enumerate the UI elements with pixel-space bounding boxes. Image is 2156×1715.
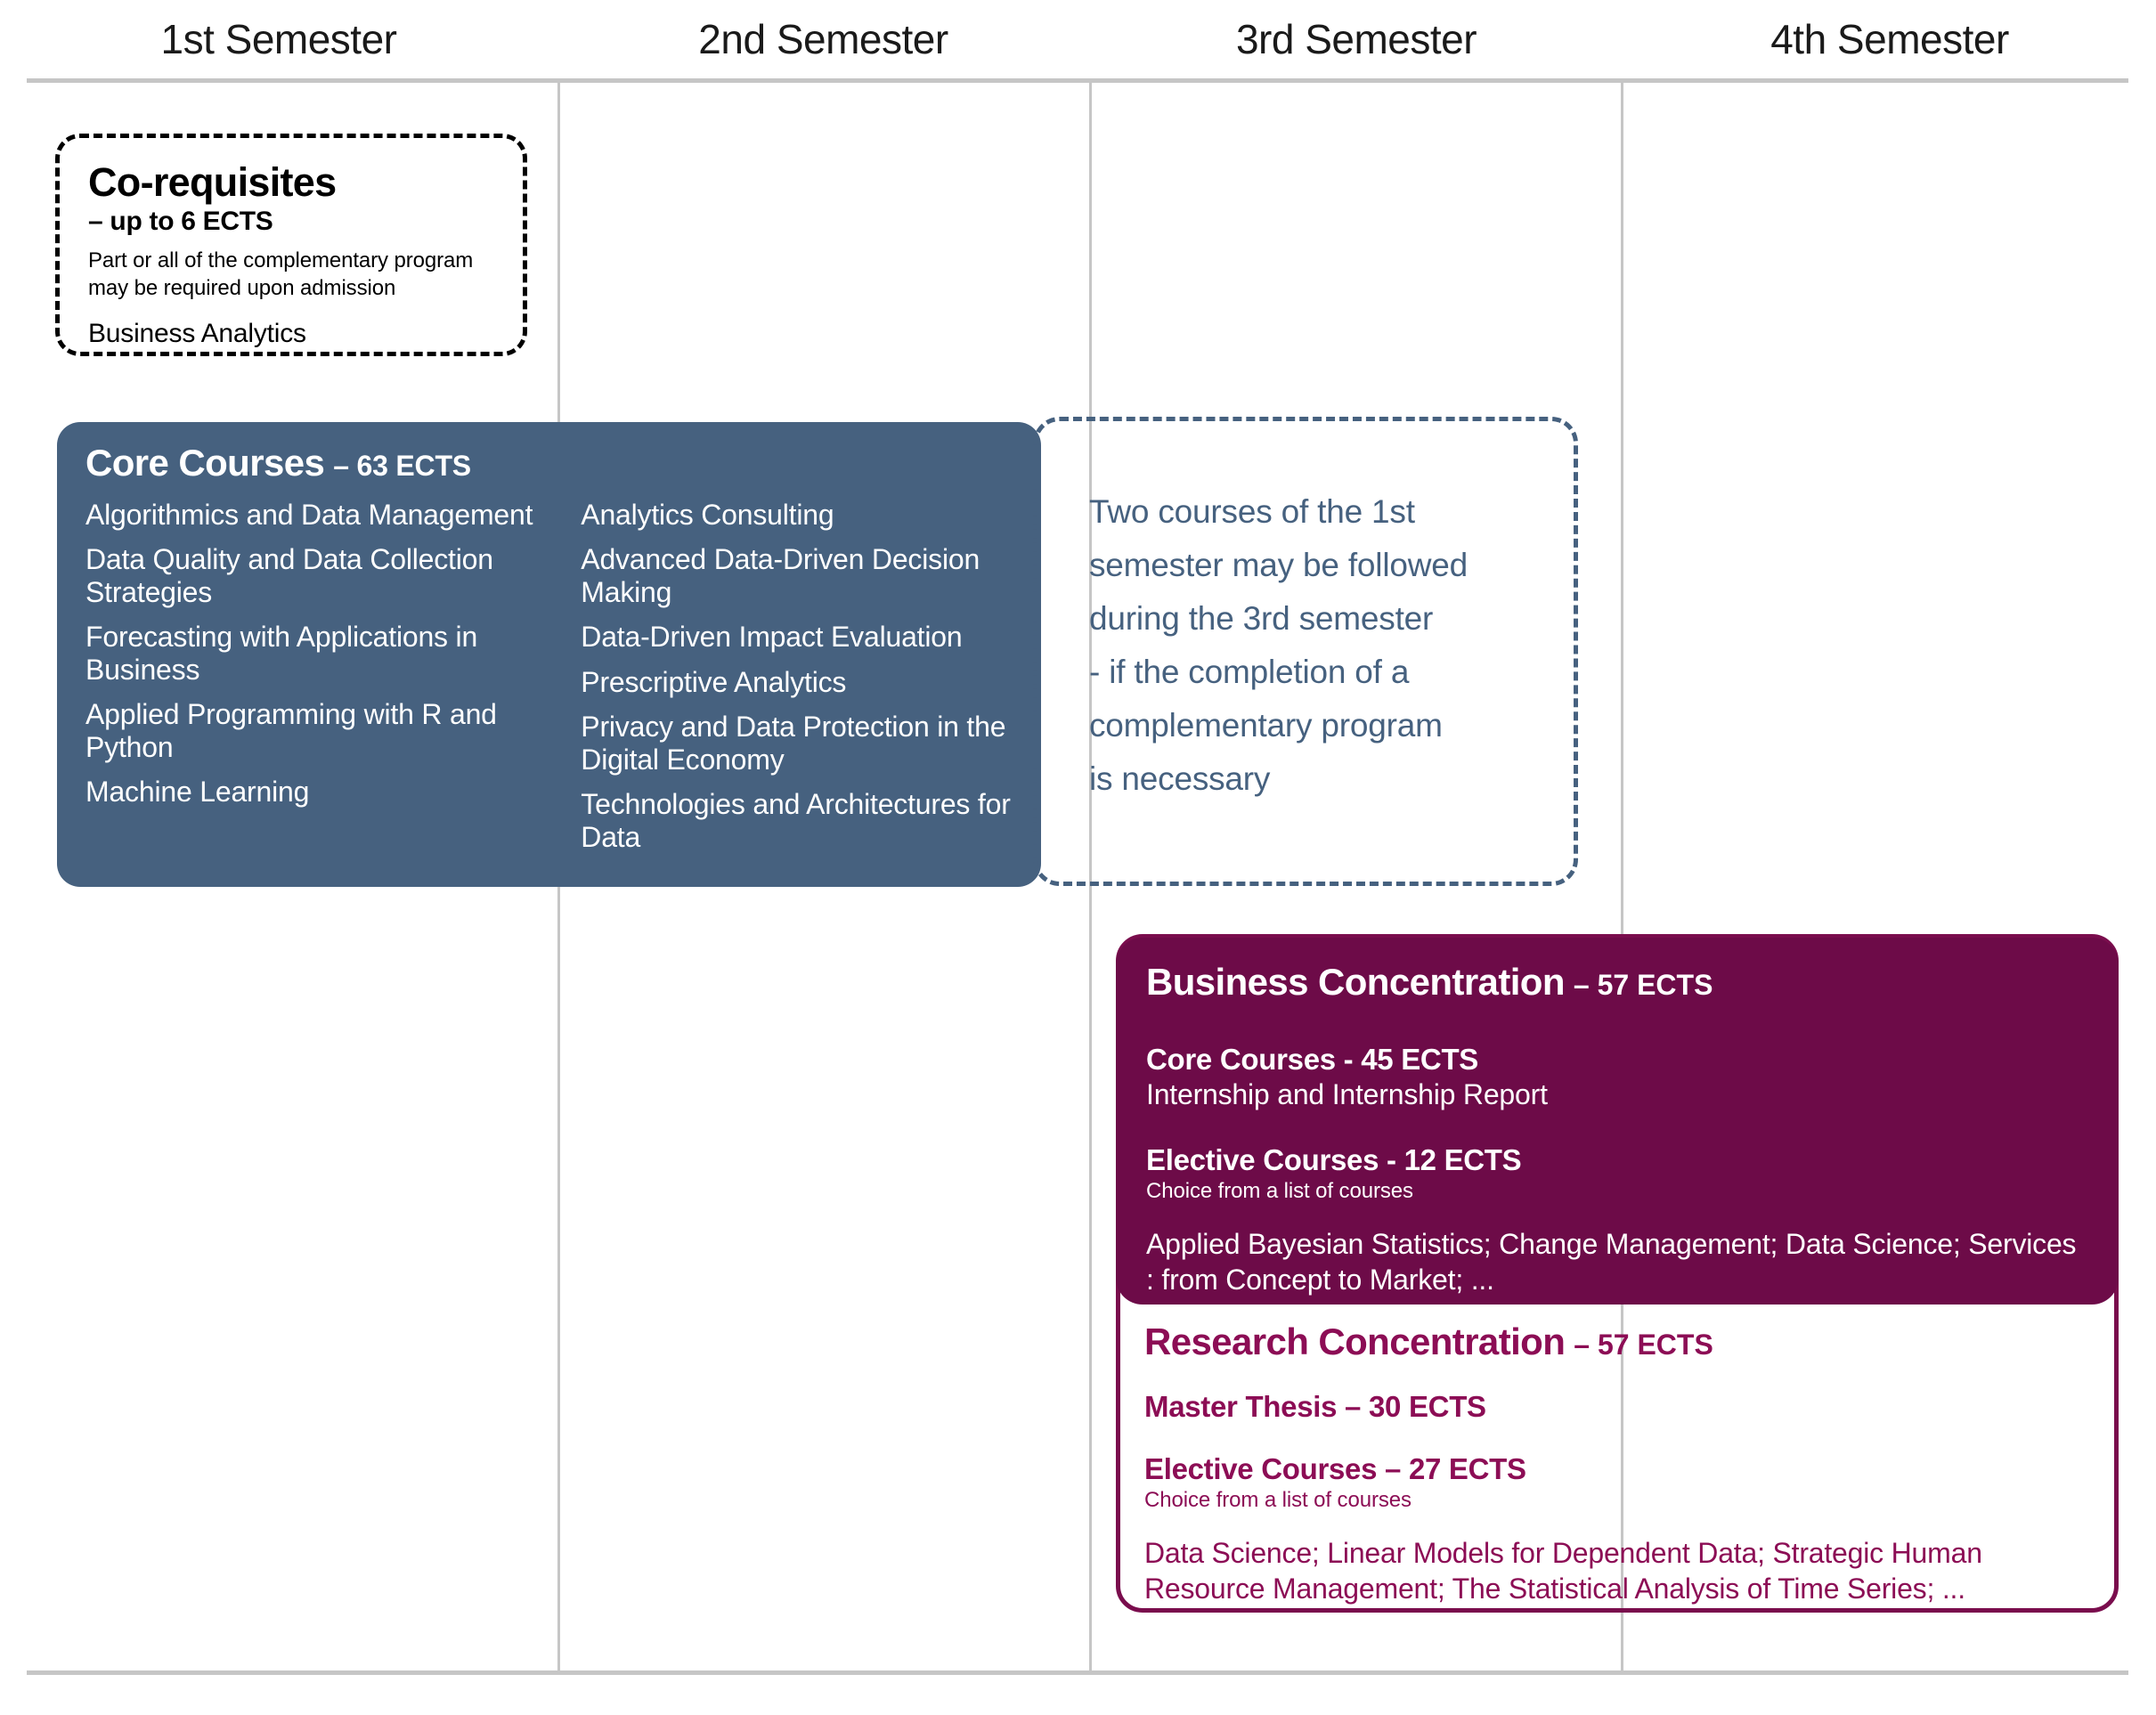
corequisites-course-item: Business Analytics bbox=[88, 318, 306, 348]
core-courses-column-1: Algorithmics and Data Management Data Qu… bbox=[80, 499, 575, 866]
third-semester-note-box: Two courses of the 1st semester may be f… bbox=[1033, 417, 1578, 886]
course-item: Analytics Consulting bbox=[581, 499, 834, 531]
research-elective-note: Choice from a list of courses bbox=[1144, 1488, 1412, 1512]
business-concentration-ects: – 57 ECTS bbox=[1573, 969, 1713, 1001]
course-item: Forecasting with Applications in Busines… bbox=[85, 621, 478, 686]
course-item: Data-Driven Impact Evaluation bbox=[581, 621, 963, 654]
corequisites-title-line: Co-requisites bbox=[88, 159, 496, 205]
research-concentration-content: Research Concentration – 57 ECTS Master … bbox=[1144, 1321, 2106, 1606]
course-item: Machine Learning bbox=[85, 776, 310, 809]
research-concentration-ects: – 57 ECTS bbox=[1574, 1329, 1713, 1361]
business-elective-heading: Elective Courses - 12 ECTS bbox=[1146, 1143, 1522, 1176]
note-line: - if the completion of a bbox=[1089, 653, 1410, 690]
semester-header-2: 2nd Semester bbox=[698, 16, 948, 62]
business-core-item: Internship and Internship Report bbox=[1146, 1078, 1548, 1110]
course-item: Applied Programming with R and Python bbox=[85, 698, 497, 763]
business-core-heading: Core Courses - 45 ECTS bbox=[1146, 1043, 1479, 1076]
core-courses-columns: Algorithmics and Data Management Data Qu… bbox=[80, 499, 1018, 866]
course-item: Privacy and Data Protection in the Digit… bbox=[581, 711, 1006, 776]
core-courses-title: Core Courses bbox=[85, 442, 325, 484]
note-line: is necessary bbox=[1089, 760, 1271, 797]
course-item: Data Quality and Data Collection Strateg… bbox=[85, 543, 493, 608]
business-concentration-header: Business Concentration – 57 ECTS bbox=[1146, 961, 2088, 1004]
research-elective-list: Data Science; Linear Models for Dependen… bbox=[1144, 1537, 1982, 1605]
course-item: Algorithmics and Data Management bbox=[85, 499, 533, 531]
semester-header-row: 1st Semester 2nd Semester 3rd Semester 4… bbox=[0, 0, 2156, 78]
semester-header-3: 3rd Semester bbox=[1235, 16, 1477, 62]
note-line: during the 3rd semester bbox=[1089, 599, 1434, 637]
course-item: Technologies and Architectures for Data bbox=[581, 788, 1011, 853]
course-item: Advanced Data-Driven Decision Making bbox=[581, 543, 980, 608]
research-elective-heading: Elective Courses – 27 ECTS bbox=[1144, 1452, 1526, 1485]
note-line: complementary program bbox=[1089, 706, 1443, 744]
core-courses-box: Core Courses – 63 ECTS Algorithmics and … bbox=[57, 422, 1041, 887]
note-line: Two courses of the 1st bbox=[1089, 493, 1415, 530]
corequisites-title: Co-requisites bbox=[88, 159, 337, 205]
corequisites-note: Part or all of the complementary program… bbox=[88, 248, 474, 300]
business-concentration-title: Business Concentration bbox=[1146, 961, 1565, 1003]
master-thesis-heading: Master Thesis – 30 ECTS bbox=[1144, 1390, 1486, 1423]
semester-header-1: 1st Semester bbox=[160, 16, 398, 62]
corequisites-ects: – up to 6 ECTS bbox=[88, 207, 273, 237]
research-concentration-title: Research Concentration bbox=[1144, 1321, 1566, 1362]
business-concentration-box: Business Concentration – 57 ECTS Core Co… bbox=[1116, 938, 2119, 1305]
core-courses-header: Core Courses – 63 ECTS bbox=[85, 442, 1018, 484]
business-elective-list: Applied Bayesian Statistics; Change Mana… bbox=[1146, 1228, 2077, 1296]
corequisites-box: Co-requisites – up to 6 ECTS Part or all… bbox=[55, 134, 527, 356]
semester-header-4: 4th Semester bbox=[1770, 16, 2009, 62]
business-elective-note: Choice from a list of courses bbox=[1146, 1179, 1413, 1203]
course-item: Prescriptive Analytics bbox=[581, 665, 847, 698]
core-courses-column-2: Analytics Consulting Advanced Data-Drive… bbox=[575, 499, 1018, 866]
research-concentration-header: Research Concentration – 57 ECTS bbox=[1144, 1321, 2106, 1363]
core-courses-ects: – 63 ECTS bbox=[333, 450, 471, 482]
note-line: semester may be followed bbox=[1089, 546, 1468, 583]
